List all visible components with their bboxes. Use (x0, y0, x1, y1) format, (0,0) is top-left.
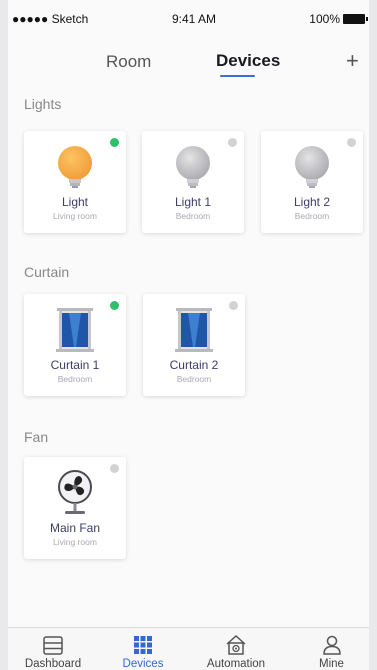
curtain-icon (175, 308, 213, 352)
dashboard-icon (43, 636, 63, 655)
tab-devices[interactable]: Devices (216, 51, 280, 71)
app-screen: ●●●●● Sketch 9:41 AM 100% Room Devices +… (8, 0, 369, 670)
bulb-on-icon (58, 146, 92, 188)
status-dot-off (347, 138, 356, 147)
status-dot-off (229, 301, 238, 310)
device-room: Bedroom (176, 374, 212, 384)
active-tab-indicator (220, 75, 255, 77)
device-room: Living room (53, 537, 97, 547)
status-dot-off (110, 464, 119, 473)
nav-mine[interactable]: Mine (294, 628, 369, 670)
device-card-curtain-1[interactable]: Curtain 1 Bedroom (24, 294, 126, 396)
device-room: Bedroom (175, 211, 211, 221)
device-room: Bedroom (57, 374, 93, 384)
curtain-icon (56, 308, 94, 352)
battery-percent: 100% (309, 12, 340, 26)
status-dot-off (228, 138, 237, 147)
device-room: Living room (53, 211, 97, 221)
section-title-curtain: Curtain (24, 264, 70, 280)
bulb-off-icon (176, 146, 210, 188)
bottom-nav: Dashboard Devices Automation Mine (8, 627, 369, 670)
device-card-main-fan[interactable]: Main Fan Living room (24, 457, 126, 559)
nav-label-automation: Automation (206, 658, 266, 670)
nav-dashboard[interactable]: Dashboard (8, 628, 98, 670)
device-name: Curtain 2 (169, 358, 219, 372)
device-name: Curtain 1 (50, 358, 100, 372)
fan-icon (58, 470, 92, 514)
device-name: Light 1 (174, 195, 212, 209)
device-room: Bedroom (294, 211, 330, 221)
nav-label-devices: Devices (122, 658, 164, 670)
nav-label-mine: Mine (319, 658, 344, 670)
device-card-light-1[interactable]: Light 1 Bedroom (142, 131, 244, 233)
device-name: Light (61, 195, 89, 209)
devices-grid-icon (134, 636, 152, 654)
battery-icon (343, 14, 368, 24)
carrier-label: ●●●●● Sketch (12, 12, 89, 26)
tab-room[interactable]: Room (106, 52, 151, 72)
top-tabs: Room Devices + (8, 48, 369, 80)
nav-automation[interactable]: Automation (188, 628, 284, 670)
battery-status: 100% (309, 12, 368, 26)
user-icon (322, 635, 341, 655)
bulb-off-icon (295, 146, 329, 188)
device-name: Light 2 (293, 195, 331, 209)
section-title-lights: Lights (24, 96, 62, 112)
status-dot-on (110, 138, 119, 147)
status-dot-on (110, 301, 119, 310)
section-title-fan: Fan (24, 429, 49, 445)
clock: 9:41 AM (172, 12, 217, 26)
automation-home-icon (226, 634, 246, 655)
nav-devices[interactable]: Devices (98, 628, 188, 670)
device-card-light[interactable]: Light Living room (24, 131, 126, 233)
add-device-button[interactable]: + (346, 48, 359, 74)
device-card-light-2[interactable]: Light 2 Bedroom (261, 131, 363, 233)
status-bar: ●●●●● Sketch 9:41 AM 100% (8, 0, 369, 40)
device-card-curtain-2[interactable]: Curtain 2 Bedroom (143, 294, 245, 396)
nav-label-dashboard: Dashboard (24, 658, 82, 670)
device-name: Main Fan (49, 521, 101, 535)
